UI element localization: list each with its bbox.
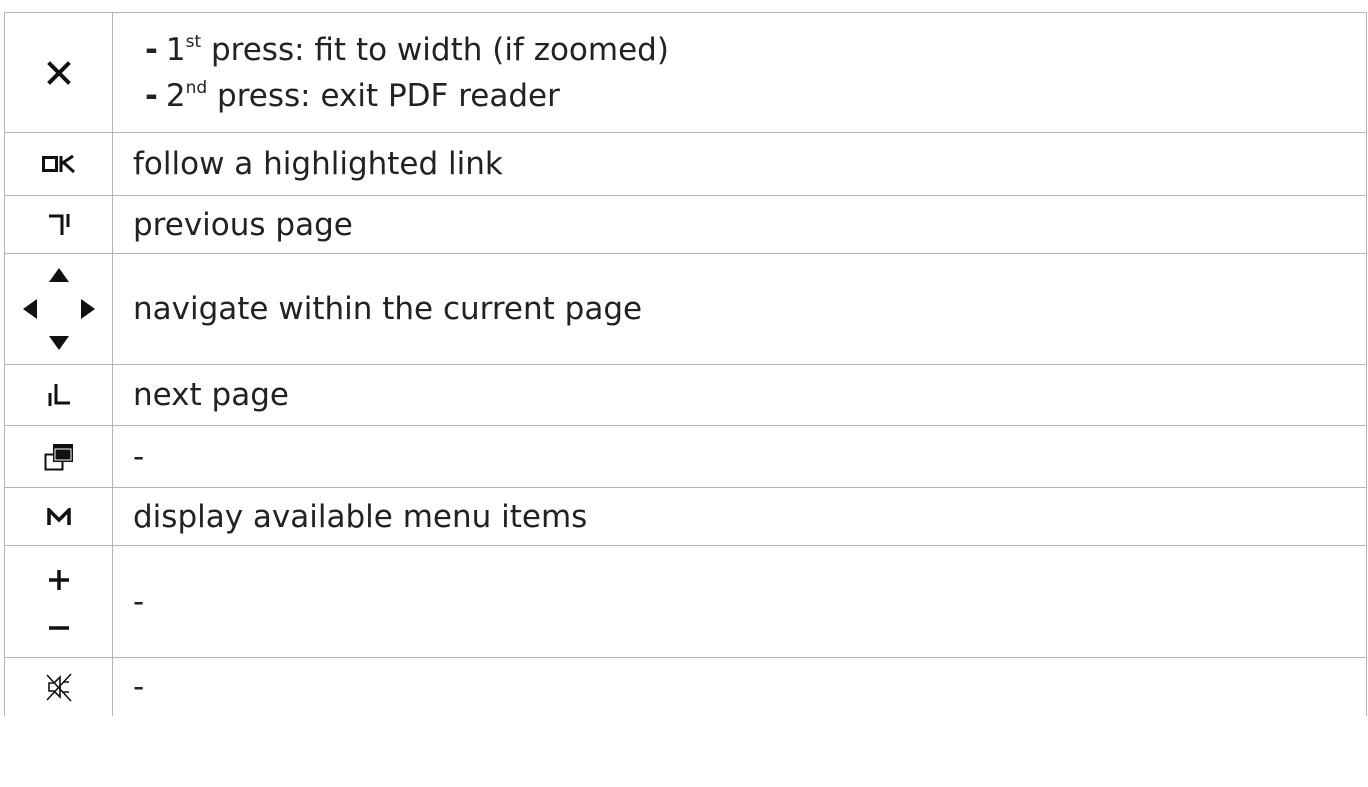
description-line-2: -2nd press: exit PDF reader <box>133 73 1366 119</box>
key-cell <box>4 546 113 657</box>
description-text: navigate within the current page <box>133 291 643 327</box>
description-text: - <box>133 583 145 620</box>
key-cell <box>4 133 113 195</box>
key-cell <box>4 196 113 253</box>
description-cell: - <box>113 658 1367 716</box>
key-cell <box>4 254 113 364</box>
description-cell: display available menu items <box>113 488 1367 545</box>
ok-key-icon <box>41 155 76 173</box>
description-cell: navigate within the current page <box>113 254 1367 364</box>
description-text: follow a highlighted link <box>133 146 503 182</box>
key-function-table: -1st press: fit to width (if zoomed) -2n… <box>4 12 1367 716</box>
description-text: next page <box>133 377 289 413</box>
key-cell <box>4 488 113 545</box>
description-text: - <box>133 438 145 475</box>
description-cell: - <box>113 426 1367 487</box>
table-row-windows: - <box>4 426 1367 488</box>
volume-plus-minus-icon <box>47 569 71 635</box>
key-cell <box>4 658 113 716</box>
mute-key-icon <box>45 672 72 702</box>
table-row-menu: display available menu items <box>4 488 1367 546</box>
description-cell: - <box>113 546 1367 657</box>
table-row-next-page: next page <box>4 365 1367 426</box>
description-text: press: fit to width (if zoomed) <box>201 31 669 68</box>
table-row-previous-page: previous page <box>4 196 1367 254</box>
ordinal-number: 1 <box>165 31 186 68</box>
description-cell: previous page <box>113 196 1367 253</box>
key-cell <box>4 13 113 132</box>
table-row-close: -1st press: fit to width (if zoomed) -2n… <box>4 13 1367 133</box>
description-cell: -1st press: fit to width (if zoomed) -2n… <box>113 13 1367 132</box>
next-page-key-icon <box>47 383 71 407</box>
description-text: previous page <box>133 206 353 243</box>
previous-page-key-icon <box>47 213 71 237</box>
ordinal-suffix: st <box>185 31 202 52</box>
ordinal-suffix: nd <box>185 77 208 98</box>
description-text: press: exit PDF reader <box>207 77 560 114</box>
description-cell: next page <box>113 365 1367 425</box>
close-x-icon <box>46 60 72 86</box>
bullet: - <box>145 77 158 114</box>
description-cell: follow a highlighted link <box>113 133 1367 195</box>
table-row-mute: - <box>4 658 1367 716</box>
bullet: - <box>145 31 158 68</box>
windows-key-icon <box>44 443 74 471</box>
table-row-volume: - <box>4 546 1367 658</box>
navigation-arrows-icon <box>21 266 97 352</box>
ordinal-number: 2 <box>165 77 186 114</box>
key-cell <box>4 426 113 487</box>
table-row-ok: follow a highlighted link <box>4 133 1367 196</box>
description-text: - <box>133 669 145 705</box>
key-cell <box>4 365 113 425</box>
description-line-1: -1st press: fit to width (if zoomed) <box>133 27 1366 73</box>
table-row-navigate: navigate within the current page <box>4 254 1367 365</box>
description-text: display available menu items <box>133 498 588 535</box>
menu-key-icon <box>46 507 71 526</box>
